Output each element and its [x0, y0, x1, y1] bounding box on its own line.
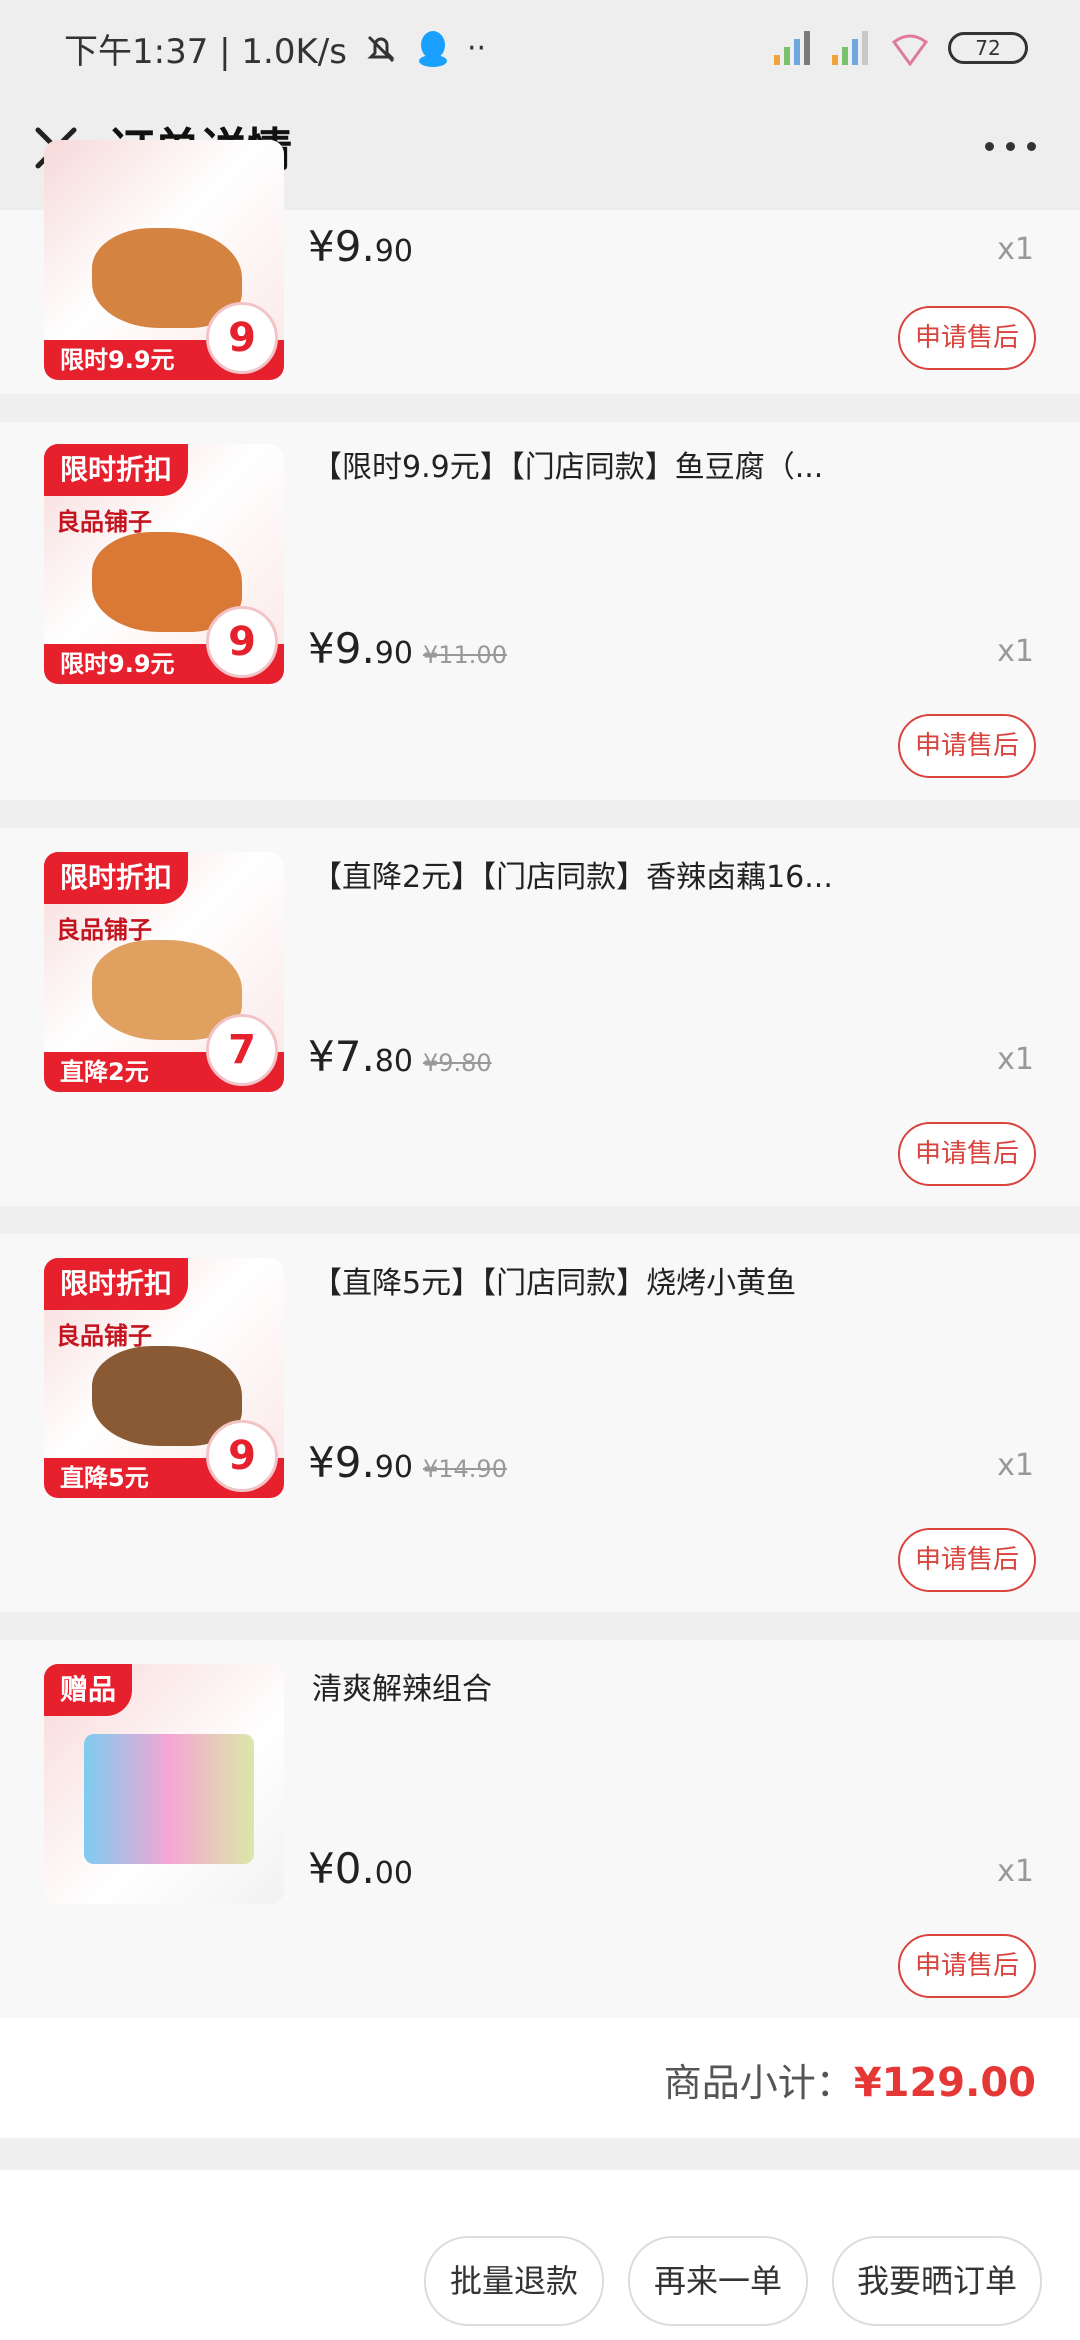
product-quantity: x1	[997, 1448, 1034, 1483]
subtotal: 商品小计：¥129.00	[664, 2052, 1036, 2107]
product-tag: 限时折扣	[44, 444, 189, 496]
share-order-button[interactable]: 我要晒订单	[832, 2236, 1042, 2326]
product-badge: 7	[206, 1014, 278, 1086]
original-price: ¥14.90	[422, 1455, 507, 1483]
order-item: 限时9.9元 9 ¥9.90 x1 申请售后	[0, 140, 1080, 394]
product-quantity: x1	[997, 634, 1034, 669]
status-right: 72	[774, 30, 1028, 66]
product-tag: 限时折扣	[44, 1258, 189, 1310]
product-price: ¥9.90 ¥14.90	[308, 1438, 507, 1487]
battery-indicator: 72	[948, 32, 1028, 64]
product-quantity: x1	[997, 232, 1034, 267]
product-tag: 赠品	[44, 1664, 133, 1716]
product-badge: 9	[206, 606, 278, 678]
original-price: ¥9.80	[422, 1049, 492, 1077]
product-quantity: x1	[997, 1854, 1034, 1889]
product-brand: 良品铺子	[56, 508, 152, 536]
more-status-icon: ··	[466, 31, 487, 66]
after-sale-button[interactable]: 申请售后	[898, 1528, 1036, 1592]
subtotal-row: 商品小计：¥129.00	[0, 2018, 1080, 2138]
product-tag: 限时折扣	[44, 852, 189, 904]
product-brand: 良品铺子	[56, 1322, 152, 1350]
product-badge: 9	[206, 1420, 278, 1492]
product-brand: 良品铺子	[56, 916, 152, 944]
order-item: 限时折扣 良品铺子 限时9.9元 9 【限时9.9元】【门店同款】鱼豆腐（...…	[0, 422, 1080, 800]
product-name[interactable]: 【限时9.9元】【门店同款】鱼豆腐（...	[312, 442, 823, 486]
original-price: ¥11.00	[422, 641, 507, 669]
product-image[interactable]: 限时折扣 良品铺子 限时9.9元 9	[44, 444, 284, 684]
product-badge: 9	[206, 302, 278, 374]
after-sale-button[interactable]: 申请售后	[898, 306, 1036, 370]
mute-icon	[367, 35, 395, 62]
more-options-icon[interactable]	[985, 142, 1036, 151]
product-image[interactable]: 限时折扣 良品铺子 直降5元 9	[44, 1258, 284, 1498]
product-image[interactable]: 限时9.9元 9	[44, 140, 284, 380]
product-photo	[84, 1734, 254, 1864]
batch-refund-button[interactable]: 批量退款	[424, 2236, 604, 2326]
product-name[interactable]: 【直降5元】【门店同款】烧烤小黄鱼	[312, 1258, 796, 1302]
after-sale-button[interactable]: 申请售后	[898, 714, 1036, 778]
product-price: ¥0.00	[308, 1844, 413, 1893]
hd-signal-icon	[774, 31, 814, 65]
product-name[interactable]: 【直降2元】【门店同款】香辣卤藕16...	[312, 852, 833, 896]
product-price: ¥9.90 ¥11.00	[308, 624, 507, 673]
wifi-icon	[891, 34, 929, 66]
order-item: 赠品 清爽解辣组合 ¥0.00 x1 申请售后	[0, 1640, 1080, 2018]
signal-icon	[832, 31, 872, 65]
status-time-speed: 下午1:37 | 1.0K/s	[64, 32, 347, 72]
after-sale-button[interactable]: 申请售后	[898, 1934, 1036, 1998]
product-name[interactable]: 清爽解辣组合	[312, 1664, 492, 1708]
qq-icon	[418, 30, 447, 67]
action-footer: 批量退款 再来一单 我要晒订单	[0, 2170, 1080, 2340]
product-image[interactable]: 限时折扣 良品铺子 直降2元 7	[44, 852, 284, 1092]
order-item: 限时折扣 良品铺子 直降5元 9 【直降5元】【门店同款】烧烤小黄鱼 ¥9.90…	[0, 1234, 1080, 1612]
product-price: ¥7.80 ¥9.80	[308, 1032, 492, 1081]
status-bar: 下午1:37 | 1.0K/s ·· 72	[0, 0, 1080, 96]
status-left: 下午1:37 | 1.0K/s ··	[64, 24, 486, 73]
product-image[interactable]: 赠品	[44, 1664, 284, 1904]
subtotal-amount: ¥129.00	[853, 2060, 1036, 2106]
product-quantity: x1	[997, 1042, 1034, 1077]
subtotal-label: 商品小计：	[663, 2061, 854, 2105]
after-sale-button[interactable]: 申请售后	[898, 1122, 1036, 1186]
order-item: 限时折扣 良品铺子 直降2元 7 【直降2元】【门店同款】香辣卤藕16... ¥…	[0, 828, 1080, 1206]
product-price: ¥9.90	[308, 222, 413, 271]
reorder-button[interactable]: 再来一单	[628, 2236, 808, 2326]
